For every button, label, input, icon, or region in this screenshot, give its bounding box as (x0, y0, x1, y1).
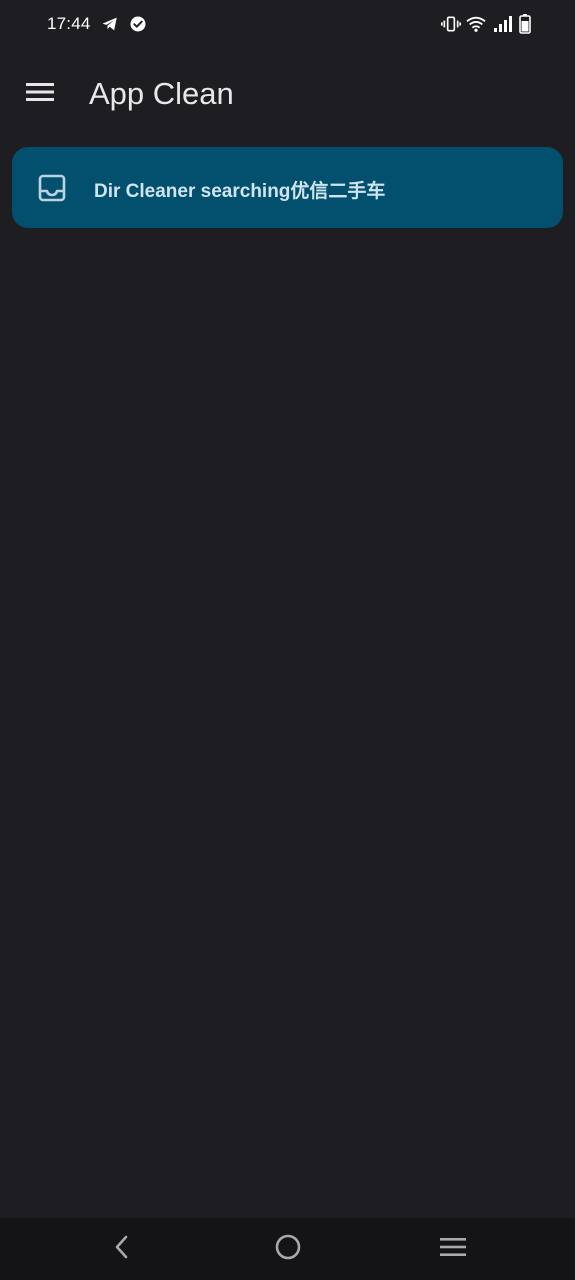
menu-button[interactable] (16, 74, 64, 114)
signal-icon (493, 15, 513, 33)
list-item-dir-cleaner[interactable]: Dir Cleaner searching优信二手车 (12, 147, 563, 228)
back-button[interactable] (94, 1229, 150, 1269)
home-button[interactable] (260, 1229, 316, 1269)
battery-icon (519, 14, 531, 34)
home-icon (274, 1233, 302, 1266)
navigation-bar (0, 1218, 575, 1280)
status-left: 17:44 (47, 12, 147, 36)
telegram-icon (101, 15, 119, 33)
wifi-icon (465, 15, 487, 33)
page-title: App Clean (89, 76, 234, 111)
inbox-tray-icon (37, 173, 67, 203)
recents-menu-icon (439, 1235, 467, 1264)
status-bar: 17:44 (0, 0, 575, 48)
back-icon (112, 1235, 132, 1264)
recents-button[interactable] (425, 1229, 481, 1269)
app-bar: App Clean (0, 56, 575, 136)
vibrate-icon (441, 15, 461, 33)
verified-check-icon (129, 15, 147, 33)
status-right (441, 12, 531, 36)
list-item-label: Dir Cleaner searching优信二手车 (94, 181, 386, 202)
status-time: 17:44 (47, 14, 91, 33)
screen: 17:44 App Clean Dir Cleaner searching优信二… (0, 0, 575, 1280)
hamburger-menu-icon (25, 81, 55, 108)
